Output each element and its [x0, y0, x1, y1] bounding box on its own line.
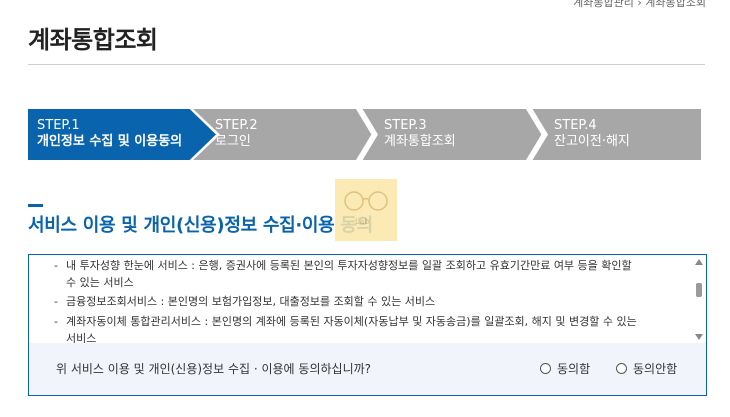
step-2-number: STEP.2 — [215, 118, 258, 133]
term-text: 금융정보조회서비스 : 본인명의 보험가입정보, 대출정보를 조회할 수 있는 … — [66, 295, 436, 308]
watermark-text: Lab — [355, 217, 370, 226]
step-3-label: 계좌통합조회 — [384, 134, 456, 149]
section-title: 서비스 이용 및 개인(신용)정보 수집·이용 동의 — [28, 215, 373, 236]
term-item: - 금융정보조회서비스 : 본인명의 보험가입정보, 대출정보를 조회할 수 있는… — [54, 295, 436, 308]
term-text: 내 투자성향 한눈에 서비스 : 은행, 증권사에 등록된 본인의 투자자성향정… — [66, 259, 632, 272]
scrollbar[interactable] — [692, 255, 706, 343]
consent-bar: 위 서비스 이용 및 개인(신용)정보 수집 · 이용에 동의하십니까? 동의함… — [29, 343, 706, 395]
consent-question: 위 서비스 이용 및 개인(신용)정보 수집 · 이용에 동의하십니까? — [56, 362, 372, 376]
term-item: -내 투자성향 한눈에 서비스 : 은행, 증권사에 등록된 본인의 투자자성향… — [54, 257, 694, 291]
scroll-thumb[interactable] — [696, 283, 702, 297]
title-divider — [28, 64, 705, 65]
step-indicator: STEP.1 개인정보 수집 및 이용동의 STEP.2 로그인 STEP.3 … — [28, 109, 701, 160]
disagree-radio[interactable]: 동의안함 — [616, 360, 677, 377]
step-1-number: STEP.1 — [37, 118, 80, 133]
term-text-cont: 수 있는 서비스 — [66, 276, 134, 289]
term-item: - 계좌자동이체 통합관리서비스 : 본인명의 계좌에 등록된 자동이체(자동납부… — [54, 313, 694, 343]
step-4-label: 잔고이전·해지 — [554, 134, 630, 149]
breadcrumb: 계좌통합관리 › 계좌통합조회 — [573, 0, 706, 9]
step-3-number: STEP.3 — [384, 118, 427, 133]
agree-label[interactable]: 동의함 — [557, 360, 590, 377]
term-text: 계좌자동이체 통합관리서비스 : 본인명의 계좌에 등록된 자동이체(자동납부 … — [66, 315, 637, 328]
scroll-up-arrow-icon[interactable] — [695, 259, 703, 265]
step-4-number: STEP.4 — [554, 118, 597, 133]
step-3: STEP.3 계좌통합조회 — [384, 118, 456, 150]
terms-box: -내 투자성향 한눈에 서비스 : 은행, 증권사에 등록된 본인의 투자자성향… — [28, 254, 707, 396]
term-text-cont: 서비스 — [66, 332, 97, 343]
scroll-down-arrow-icon[interactable] — [695, 334, 703, 340]
step-1-label: 개인정보 수집 및 이용동의 — [37, 134, 183, 149]
agree-radio[interactable]: 동의함 — [540, 360, 590, 377]
step-separator-3 — [526, 109, 548, 160]
radio-circle-icon[interactable] — [616, 363, 627, 374]
page-title: 계좌통합조회 — [28, 26, 158, 54]
step-2-label: 로그인 — [215, 134, 251, 149]
step-4: STEP.4 잔고이전·해지 — [554, 118, 630, 150]
disagree-label[interactable]: 동의안함 — [633, 360, 677, 377]
watermark-logo: Lab — [335, 179, 397, 241]
terms-scroll-area[interactable]: -내 투자성향 한눈에 서비스 : 은행, 증권사에 등록된 본인의 투자자성향… — [29, 255, 706, 343]
radio-circle-icon[interactable] — [540, 363, 551, 374]
step-2: STEP.2 로그인 — [215, 118, 258, 150]
section-accent-bar — [28, 204, 43, 207]
glasses-icon — [344, 191, 388, 211]
